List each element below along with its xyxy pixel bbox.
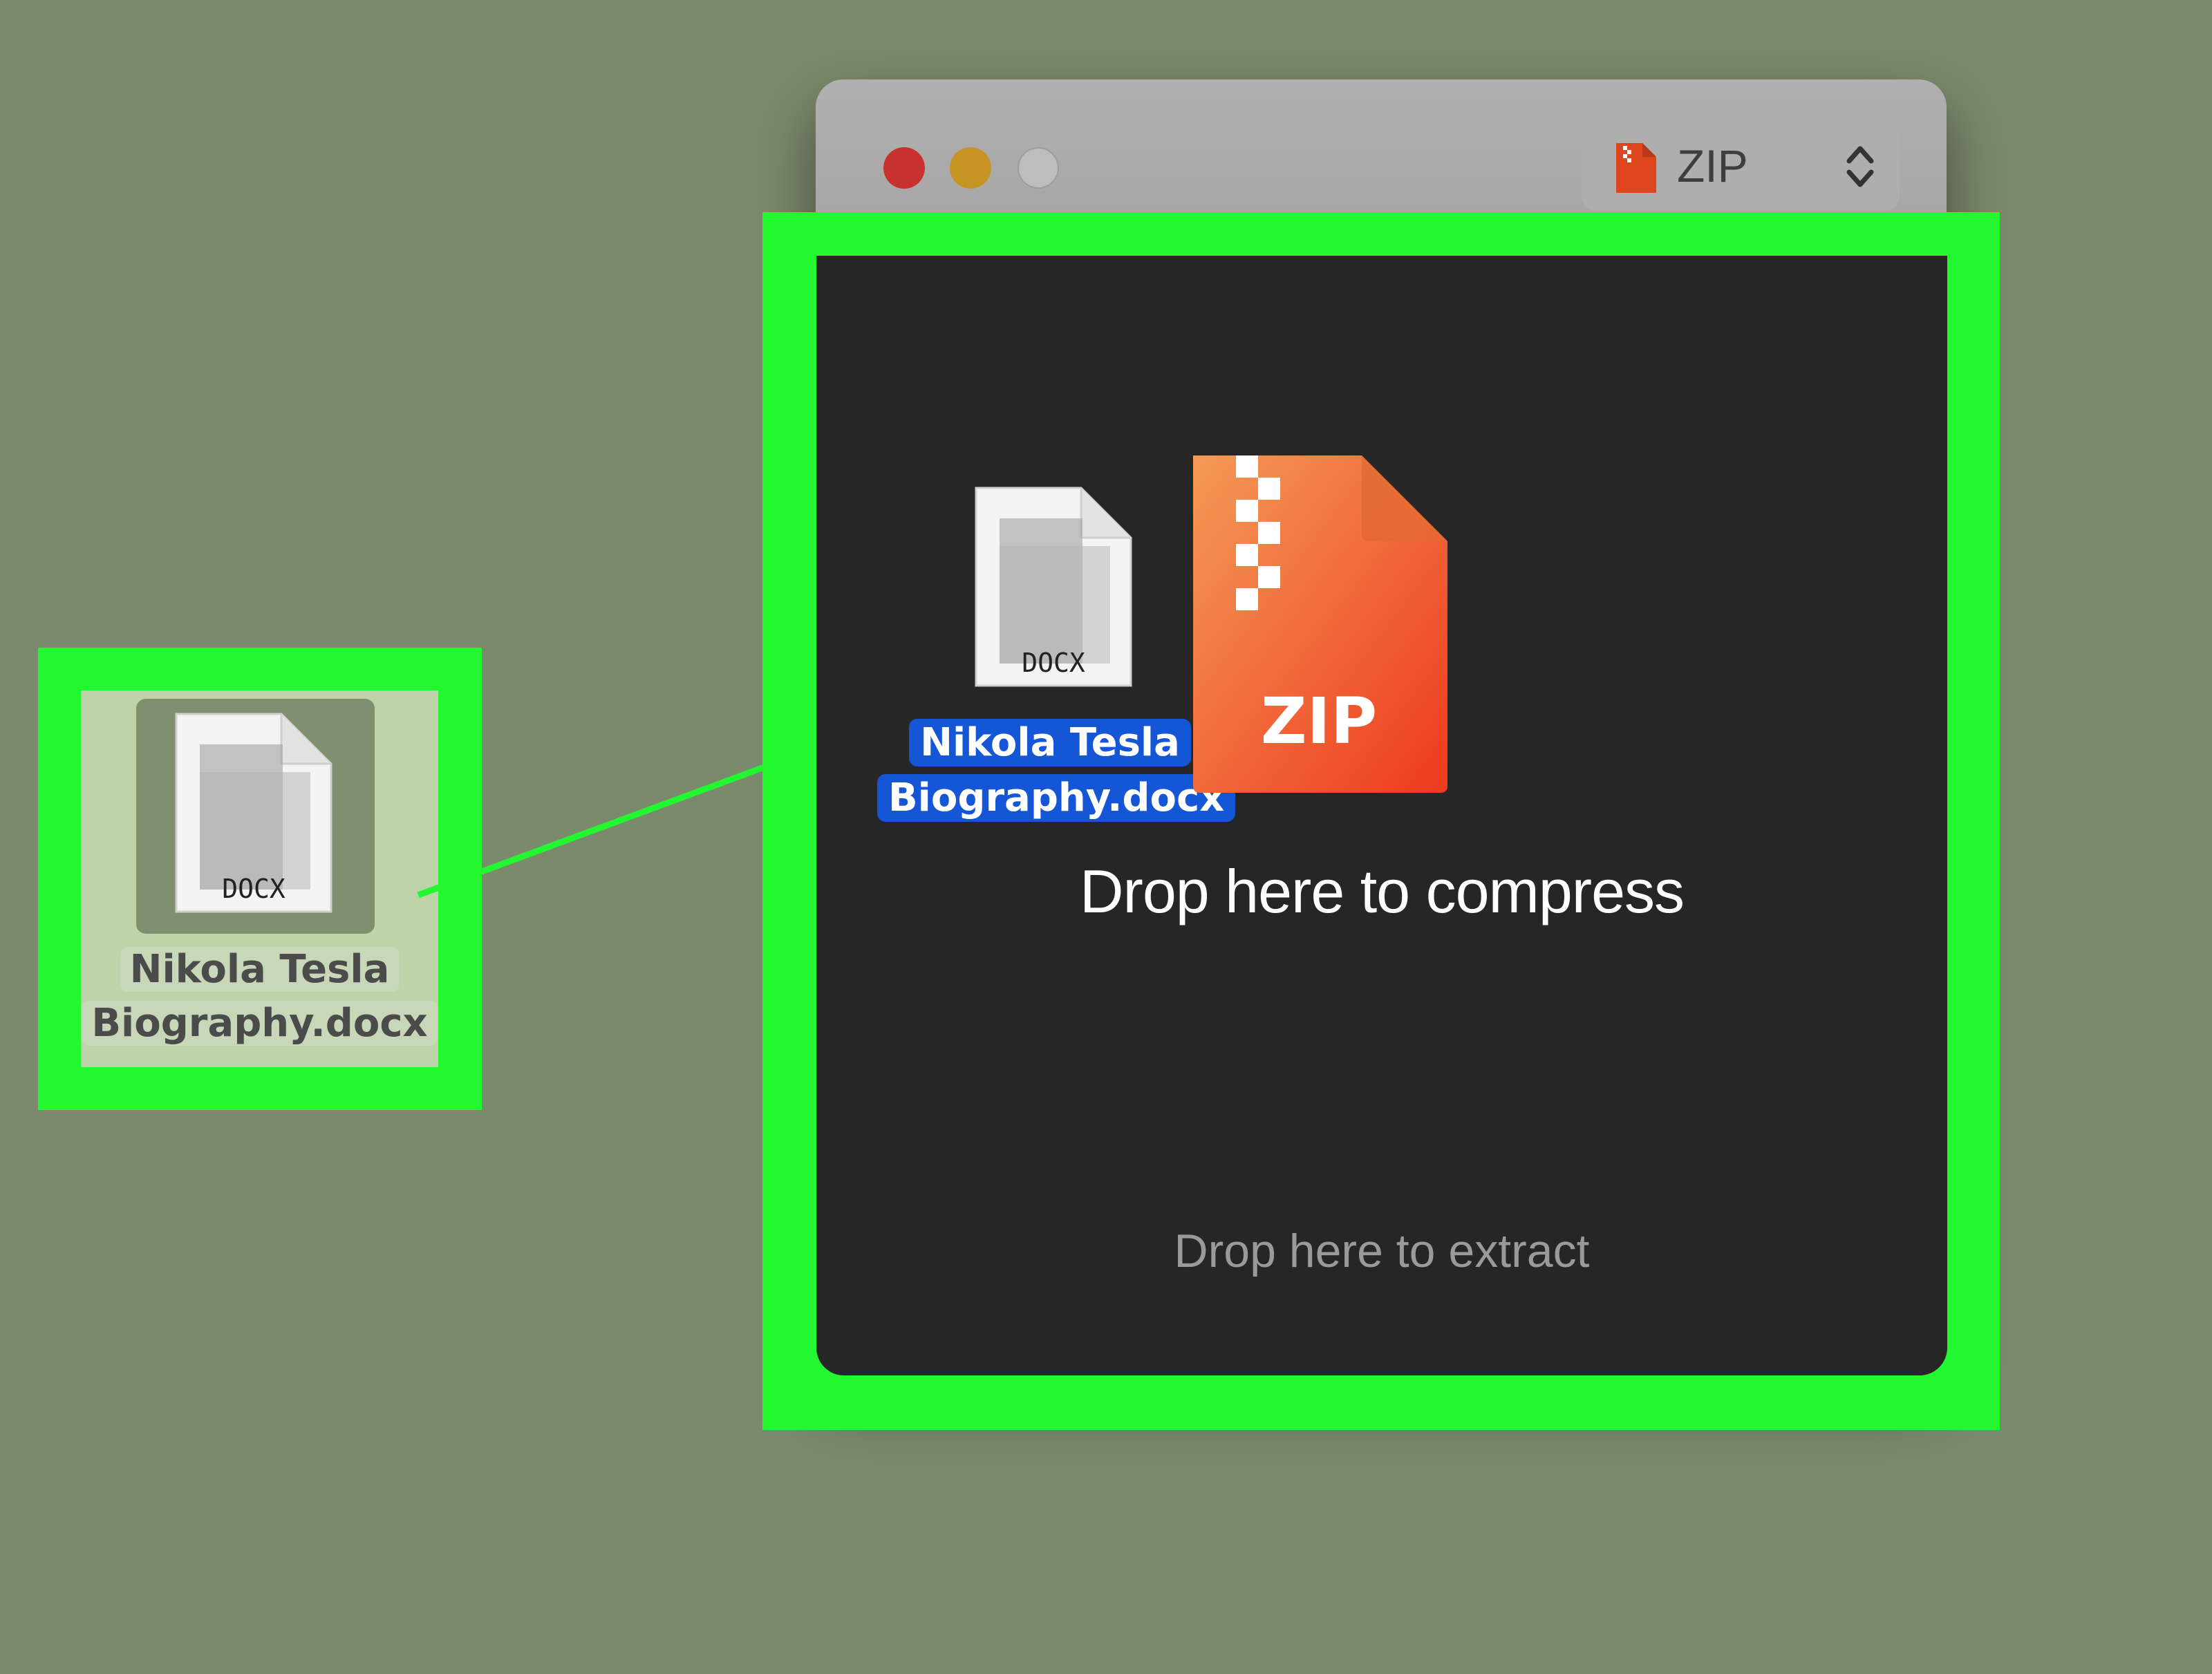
extract-drop-zone[interactable]: Drop here to extract (816, 1223, 1947, 1279)
dragged-file-name: Nikola Tesla Biography.docx (877, 715, 1236, 826)
close-button[interactable] (883, 147, 925, 189)
format-select-value: ZIP (1677, 140, 1748, 191)
svg-text:ZIP: ZIP (1261, 684, 1377, 758)
docx-file-icon: DOCX (975, 487, 1132, 687)
zip-archive-icon: ZIP (1193, 455, 1447, 793)
chevron-up-down-icon (1846, 146, 1874, 187)
zip-file-icon (1616, 143, 1656, 193)
window-drop-area[interactable]: DOCX Nikola Tesla Biography.docx ZIP Dro… (816, 256, 1947, 1375)
minimize-button[interactable] (950, 147, 991, 189)
window-drop-area-highlight: DOCX Nikola Tesla Biography.docx ZIP Dro… (762, 212, 2000, 1430)
format-select[interactable]: ZIP (1582, 121, 1900, 211)
svg-text:DOCX: DOCX (1022, 648, 1085, 678)
compress-drop-zone[interactable]: Drop here to compress (816, 857, 1947, 926)
zoom-button[interactable] (1018, 147, 1059, 189)
